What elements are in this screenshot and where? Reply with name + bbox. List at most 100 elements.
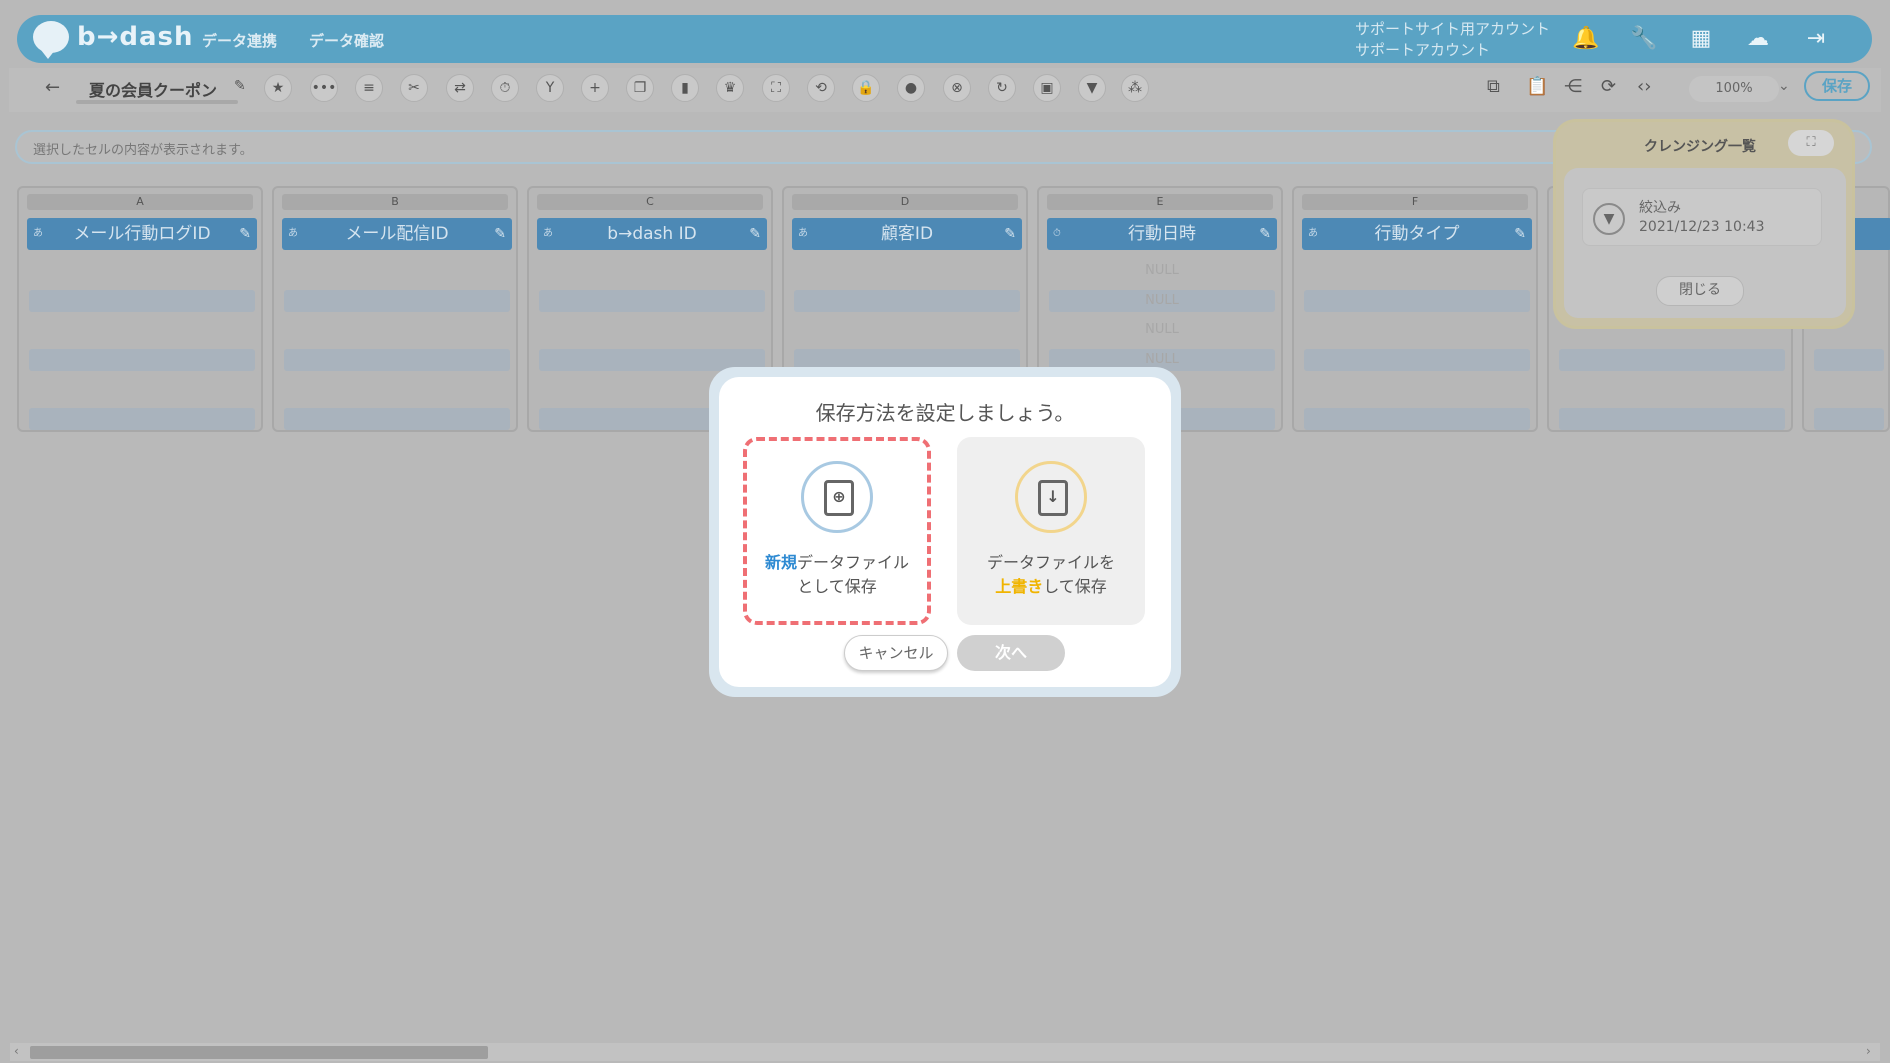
scroll-right-icon[interactable]: › xyxy=(1866,1044,1871,1058)
column-header[interactable]: ⏱ 行動日時 ✎ xyxy=(1047,218,1277,250)
history-icon[interactable]: ⟳ xyxy=(1601,76,1616,97)
new-highlight: 新規 xyxy=(764,553,797,572)
trash-icon[interactable]: ▮ xyxy=(671,74,699,102)
save-button[interactable]: 保存 xyxy=(1804,71,1870,101)
grid-icon[interactable]: ▦ xyxy=(1687,25,1715,53)
file-name-underline xyxy=(76,100,238,104)
pencil-icon[interactable]: ✎ xyxy=(494,218,506,250)
column-header[interactable]: あ メール配信ID ✎ xyxy=(282,218,512,250)
table-row xyxy=(1814,408,1884,430)
replace-icon[interactable]: ⇄ xyxy=(446,74,474,102)
scissors-icon[interactable]: ✂ xyxy=(400,74,428,102)
overwrite-file-icon: ↓ xyxy=(1015,461,1087,533)
lock-icon[interactable]: 🔒 xyxy=(852,74,880,102)
timer-type-icon: ⏱ xyxy=(1053,228,1061,239)
null-cell: NULL xyxy=(1145,322,1179,337)
file-name[interactable]: 夏の会員クーポン xyxy=(89,77,217,101)
share-icon[interactable]: ⋲ xyxy=(1564,76,1582,97)
account-info[interactable]: サポートサイト用アカウント サポートアカウント xyxy=(1355,19,1550,61)
zoom-select[interactable]: 100% xyxy=(1689,76,1779,102)
column-header[interactable]: あ 顧客ID ✎ xyxy=(792,218,1022,250)
cleansing-panel: クレンジング一覧 ⛶ ▼ 絞込み 2021/12/23 10:43 閉じる xyxy=(1556,122,1852,326)
column-b[interactable]: B あ メール配信ID ✎ xyxy=(272,186,518,432)
cancel-button[interactable]: キャンセル xyxy=(844,635,948,671)
pencil-icon[interactable]: ✎ xyxy=(749,218,761,250)
close-circle-icon[interactable]: ⊗ xyxy=(943,74,971,102)
column-name: 顧客ID xyxy=(880,224,934,244)
cleansing-item-label: 絞込み xyxy=(1639,200,1681,216)
plus-icon[interactable]: + xyxy=(581,74,609,102)
bag-icon[interactable]: ● xyxy=(897,74,925,102)
save-as-new-option[interactable]: ⊕ 新規データファイル として保存 xyxy=(743,437,931,625)
pencil-icon[interactable]: ✎ xyxy=(239,218,251,250)
back-arrow-icon[interactable]: ← xyxy=(45,77,60,98)
column-name: b→dash ID xyxy=(607,224,697,244)
cleansing-item-date: 2021/12/23 10:43 xyxy=(1639,219,1765,235)
expand-icon[interactable]: ⛶ xyxy=(762,74,790,102)
new-label-rest: データファイル xyxy=(797,553,910,572)
column-a[interactable]: A あ メール行動ログID ✎ xyxy=(17,186,263,432)
chevron-down-icon[interactable]: ⌄ xyxy=(1778,78,1790,94)
column-name: 行動日時 xyxy=(1128,224,1196,244)
column-header[interactable]: あ 行動タイプ ✎ xyxy=(1302,218,1532,250)
table-row xyxy=(794,290,1020,312)
close-button[interactable]: 閉じる xyxy=(1656,276,1744,306)
horizontal-scrollbar[interactable]: ‹ › xyxy=(10,1043,1880,1061)
logout-icon[interactable]: ⇥ xyxy=(1802,25,1830,53)
dialog-title: 保存方法を設定しましょう。 xyxy=(815,401,1075,425)
square-icon[interactable]: ▣ xyxy=(1033,74,1061,102)
account-name: サポートアカウント xyxy=(1355,41,1491,59)
table-row xyxy=(284,349,510,371)
filter-icon[interactable]: ▼ xyxy=(1078,74,1106,102)
table-row xyxy=(284,290,510,312)
table-row xyxy=(1559,349,1785,371)
cloud-icon[interactable]: ☁ xyxy=(1744,25,1772,53)
pencil-icon[interactable]: ✎ xyxy=(1514,218,1526,250)
copy-icon[interactable]: ❐ xyxy=(626,74,654,102)
save-method-dialog-body: 保存方法を設定しましょう。 ⊕ 新規データファイル として保存 ↓ データファイ… xyxy=(719,377,1171,687)
crown-icon[interactable]: ♛ xyxy=(716,74,744,102)
pencil-icon[interactable]: ✎ xyxy=(234,78,246,94)
merge-icon[interactable]: Y xyxy=(536,74,564,102)
save-as-new-label: 新規データファイル として保存 xyxy=(747,551,927,599)
overwrite-option[interactable]: ↓ データファイルを 上書きして保存 xyxy=(957,437,1145,625)
refresh-icon[interactable]: ↻ xyxy=(988,74,1016,102)
cleansing-panel-title: クレンジング一覧 xyxy=(1644,139,1756,155)
pencil-icon[interactable]: ✎ xyxy=(1259,218,1271,250)
table-row xyxy=(1304,408,1530,430)
column-letter: F xyxy=(1302,194,1528,210)
flow-icon[interactable]: ⧉ xyxy=(1487,76,1500,97)
scroll-left-icon[interactable]: ‹ xyxy=(14,1044,19,1058)
pattern-icon[interactable]: ⁂ xyxy=(1121,74,1149,102)
table-row xyxy=(1304,290,1530,312)
null-cell: NULL xyxy=(1145,293,1179,308)
code-icon[interactable]: ‹› xyxy=(1637,76,1651,97)
loop-icon[interactable]: ⟲ xyxy=(807,74,835,102)
column-name: 行動タイプ xyxy=(1374,224,1460,244)
text-type-icon: あ xyxy=(798,228,808,239)
column-letter: E xyxy=(1047,194,1273,210)
table-row xyxy=(29,408,255,430)
cleansing-item[interactable]: ▼ 絞込み 2021/12/23 10:43 xyxy=(1582,188,1822,246)
column-header[interactable]: あ メール行動ログID ✎ xyxy=(27,218,257,250)
timer-icon[interactable]: ⏱ xyxy=(491,74,519,102)
column-letter: B xyxy=(282,194,508,210)
table-row xyxy=(29,290,255,312)
column-f[interactable]: F あ 行動タイプ ✎ xyxy=(1292,186,1538,432)
nav-data-check[interactable]: データ確認 xyxy=(309,30,384,51)
next-button[interactable]: 次へ xyxy=(957,635,1065,671)
table-row xyxy=(29,349,255,371)
wrench-icon[interactable]: 🔧 xyxy=(1630,25,1658,53)
nav-data-link[interactable]: データ連携 xyxy=(202,30,277,51)
pencil-icon[interactable]: ✎ xyxy=(1004,218,1016,250)
scrollbar-thumb[interactable] xyxy=(30,1046,488,1059)
column-header[interactable]: あ b→dash ID ✎ xyxy=(537,218,767,250)
star-icon[interactable]: ★ xyxy=(264,74,292,102)
logo-bubble-icon xyxy=(33,21,69,59)
expand-icon[interactable]: ⛶ xyxy=(1788,130,1834,156)
dots-icon[interactable]: ••• xyxy=(310,74,338,102)
bdash-logo[interactable]: b→dash xyxy=(33,21,194,59)
bell-icon[interactable]: 🔔 xyxy=(1572,25,1600,53)
lines-icon[interactable]: ≡ xyxy=(355,74,383,102)
clipboard-icon[interactable]: 📋 xyxy=(1526,76,1548,97)
